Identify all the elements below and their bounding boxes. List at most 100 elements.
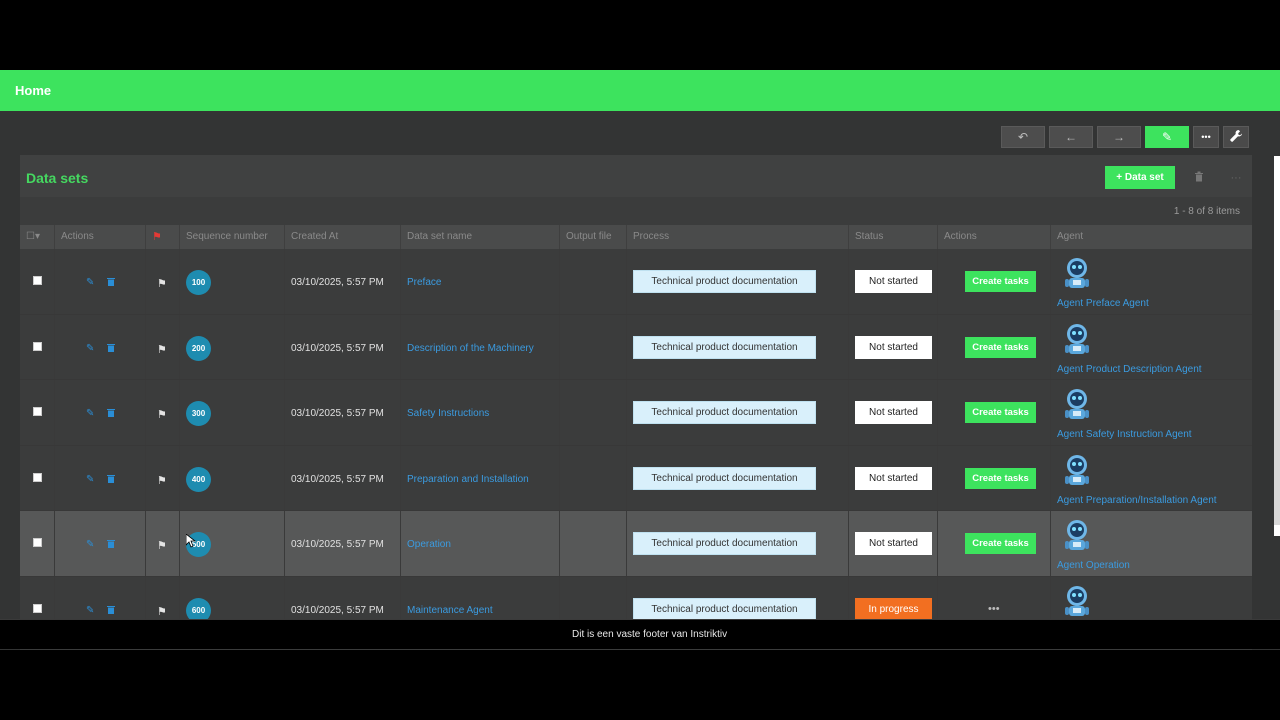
sequence-badge: 100 — [186, 270, 211, 295]
pagination-info: 1 - 8 of 8 items — [1173, 206, 1240, 217]
pencil-icon[interactable]: ✎ — [86, 539, 94, 550]
robot-avatar-icon[interactable] — [1058, 385, 1096, 423]
back-button[interactable]: ← — [1049, 126, 1093, 148]
created-cell: 03/10/2025, 5:57 PM — [285, 380, 401, 445]
pencil-icon[interactable]: ✎ — [86, 277, 94, 288]
status-badge: In progress — [855, 597, 932, 621]
agent-link[interactable]: Agent Operation — [1057, 560, 1130, 571]
table-row[interactable]: ✎ ⚑ 100 03/10/2025, 5:57 PM Preface Tech… — [20, 249, 1252, 315]
pencil-icon[interactable]: ✎ — [86, 343, 94, 354]
flag-icon[interactable]: ⚑ — [157, 539, 167, 552]
pencil-icon: ✎ — [1161, 130, 1173, 144]
robot-avatar-icon[interactable] — [1058, 516, 1096, 554]
more-button[interactable]: ••• — [1193, 126, 1219, 148]
column-header-created[interactable]: Created At — [285, 225, 401, 249]
process-tag[interactable]: Technical product documentation — [633, 597, 816, 621]
output-file-cell — [560, 445, 627, 511]
data-set-name-link[interactable]: Description of the Machinery — [407, 343, 534, 354]
data-set-name-link[interactable]: Preparation and Installation — [407, 474, 529, 485]
status-badge: Not started — [855, 532, 932, 556]
created-at: 03/10/2025, 5:57 PM — [291, 408, 384, 420]
row-checkbox[interactable] — [33, 603, 42, 613]
actions-cell: ✎ — [55, 314, 146, 380]
create-tasks-button[interactable]: Create tasks — [965, 336, 1036, 358]
panel-more-button[interactable]: ··· — [1223, 166, 1249, 189]
table-row[interactable]: ✎ ⚑ 200 03/10/2025, 5:57 PM Description … — [20, 314, 1252, 381]
create-tasks-button[interactable]: Create tasks — [965, 467, 1036, 489]
row-checkbox[interactable] — [33, 538, 42, 548]
undo-icon: ↶ — [1017, 130, 1029, 144]
flag-icon[interactable]: ⚑ — [157, 408, 167, 421]
select-all-header[interactable]: ☐▾ — [20, 225, 55, 249]
flag-cell: ⚑ — [146, 445, 180, 511]
process-tag[interactable]: Technical product documentation — [633, 270, 816, 293]
data-set-name-link[interactable]: Safety Instructions — [407, 408, 489, 419]
robot-avatar-icon[interactable] — [1058, 451, 1096, 489]
process-cell: Technical product documentation — [627, 380, 849, 445]
column-header-sequence[interactable]: Sequence number — [180, 225, 285, 249]
data-set-name-link[interactable]: Maintenance Agent — [407, 605, 493, 616]
column-header-actions[interactable]: Actions — [55, 225, 146, 249]
page-scrollbar-thumb[interactable] — [1274, 310, 1280, 525]
trash-icon[interactable] — [107, 474, 115, 485]
mouse-cursor-icon — [186, 534, 196, 548]
created-at: 03/10/2025, 5:57 PM — [291, 277, 384, 288]
page-footer: Dit is een vaste footer van Instriktiv — [0, 619, 1280, 649]
settings-button[interactable] — [1223, 126, 1249, 148]
row-checkbox[interactable] — [33, 407, 42, 417]
agent-link[interactable]: Agent Preface Agent — [1057, 298, 1149, 309]
flag-icon[interactable]: ⚑ — [157, 277, 167, 290]
pencil-icon[interactable]: ✎ — [86, 474, 94, 485]
trash-icon[interactable] — [107, 605, 115, 616]
flag-icon[interactable]: ⚑ — [157, 474, 167, 487]
trash-icon[interactable] — [107, 408, 115, 419]
pencil-icon[interactable]: ✎ — [86, 408, 94, 419]
flag-icon[interactable]: ⚑ — [157, 343, 167, 356]
row-checkbox[interactable] — [33, 472, 42, 482]
delete-selected-button[interactable] — [1186, 166, 1212, 189]
process-tag[interactable]: Technical product documentation — [633, 466, 816, 490]
column-header-name[interactable]: Data set name — [401, 225, 560, 249]
robot-avatar-icon[interactable] — [1058, 254, 1096, 292]
home-title[interactable]: Home — [15, 83, 51, 98]
create-tasks-button[interactable]: Create tasks — [965, 271, 1036, 292]
select-cell — [20, 511, 55, 576]
robot-avatar-icon[interactable] — [1058, 582, 1096, 620]
trash-icon[interactable] — [107, 343, 115, 354]
table-row[interactable]: ✎ ⚑ 400 03/10/2025, 5:57 PM Preparation … — [20, 445, 1252, 512]
create-tasks-button[interactable]: Create tasks — [965, 402, 1036, 424]
data-set-name-link[interactable]: Preface — [407, 277, 441, 288]
agent-link[interactable]: Agent Safety Instruction Agent — [1057, 429, 1192, 440]
process-tag[interactable]: Technical product documentation — [633, 401, 816, 425]
table-row[interactable]: ✎ ⚑ 300 03/10/2025, 5:57 PM Safety Instr… — [20, 380, 1252, 446]
process-tag[interactable]: Technical product documentation — [633, 335, 816, 359]
table-header: ☐▾ Actions ⚑ Sequence number Created At … — [20, 225, 1252, 249]
column-header-status[interactable]: Status — [849, 225, 938, 249]
pencil-icon[interactable]: ✎ — [86, 605, 94, 616]
table-row[interactable]: ✎ ⚑ 500 03/10/2025, 5:57 PM Operation Te… — [20, 511, 1252, 577]
trash-icon — [1194, 171, 1204, 185]
flag-icon[interactable]: ⚑ — [157, 605, 167, 618]
robot-avatar-icon[interactable] — [1058, 320, 1096, 358]
column-header-process[interactable]: Process — [627, 225, 849, 249]
column-header-row-actions[interactable]: Actions — [938, 225, 1051, 249]
edit-button[interactable]: ✎ — [1145, 126, 1189, 148]
row-checkbox[interactable] — [33, 341, 42, 351]
row-checkbox[interactable] — [33, 276, 42, 285]
agent-link[interactable]: Agent Product Description Agent — [1057, 364, 1202, 375]
row-actions-cell: Create tasks — [938, 249, 1051, 314]
data-set-name-link[interactable]: Operation — [407, 539, 451, 550]
undo-button[interactable]: ↶ — [1001, 126, 1045, 148]
forward-button[interactable]: → — [1097, 126, 1141, 148]
ellipsis-icon[interactable]: ••• — [988, 603, 1000, 615]
column-header-flag[interactable]: ⚑ — [146, 225, 180, 249]
column-header-output[interactable]: Output file — [560, 225, 627, 249]
column-header-agent[interactable]: Agent — [1051, 225, 1252, 249]
trash-icon[interactable] — [107, 539, 115, 550]
agent-link[interactable]: Agent Preparation/Installation Agent — [1057, 495, 1217, 506]
create-tasks-button[interactable]: Create tasks — [965, 533, 1036, 555]
add-data-set-button[interactable]: + Data set — [1105, 166, 1175, 189]
trash-icon[interactable] — [107, 277, 115, 288]
sequence-badge: 300 — [186, 401, 211, 427]
process-tag[interactable]: Technical product documentation — [633, 532, 816, 556]
